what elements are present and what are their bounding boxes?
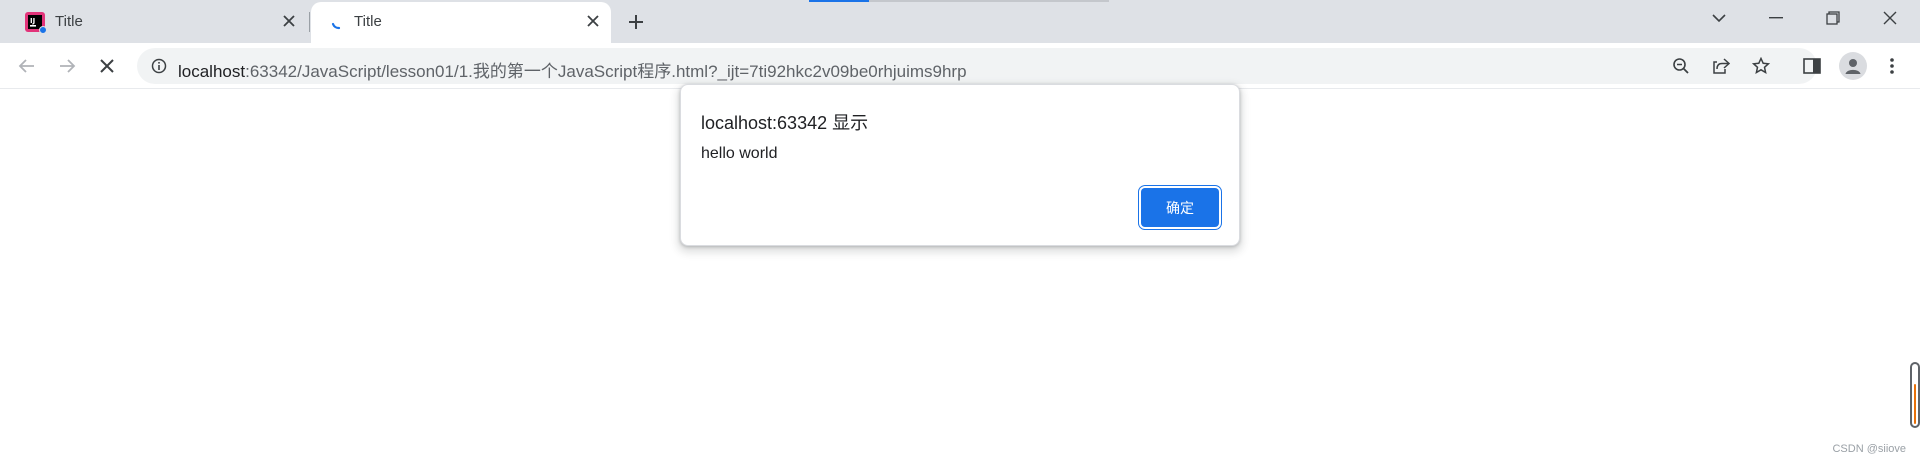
dialog-title: localhost:63342 显示 xyxy=(701,113,869,133)
watermark: CSDN @siiove xyxy=(1832,443,1906,455)
loading-track xyxy=(869,0,1109,2)
url-host: localhost xyxy=(178,62,246,81)
loading-spinner-icon xyxy=(331,22,341,30)
forward-arrow-icon[interactable] xyxy=(54,53,80,79)
plus-icon[interactable] xyxy=(624,10,648,34)
bookmark-star-icon[interactable] xyxy=(1750,55,1772,77)
restore-icon[interactable] xyxy=(1817,6,1849,30)
svg-text:IJ: IJ xyxy=(30,17,35,25)
ok-button[interactable]: 确定 xyxy=(1141,188,1219,227)
browser-toolbar: localhost:63342/JavaScript/lesson01/1.我的… xyxy=(0,43,1920,89)
side-panel-icon[interactable] xyxy=(1799,53,1825,79)
close-tab-icon[interactable] xyxy=(583,11,603,31)
browser-window: IJ Title Title localhost:63342/JavaScrip… xyxy=(0,0,1920,463)
tab-strip: IJ Title Title xyxy=(0,0,1920,43)
tab-title: Title xyxy=(55,13,83,30)
tab-active[interactable]: Title xyxy=(311,2,611,43)
close-icon[interactable] xyxy=(1874,6,1906,30)
url-text[interactable]: localhost:63342/JavaScript/lesson01/1.我的… xyxy=(178,57,967,82)
scroll-indicator-fill xyxy=(1914,384,1916,424)
address-bar[interactable]: localhost:63342/JavaScript/lesson01/1.我的… xyxy=(137,48,1817,84)
loading-indicator xyxy=(809,0,869,2)
tab-title: Title xyxy=(354,13,382,30)
more-menu-icon[interactable] xyxy=(1879,53,1905,79)
close-tab-icon[interactable] xyxy=(279,11,299,31)
tab-inactive[interactable]: IJ Title xyxy=(0,0,309,43)
alert-dialog: localhost:63342 显示 hello world 确定 xyxy=(680,84,1240,246)
minimize-icon[interactable] xyxy=(1760,6,1792,30)
dialog-message: hello world xyxy=(701,145,778,162)
intellij-idea-icon: IJ xyxy=(25,12,46,33)
profile-avatar-icon[interactable] xyxy=(1839,52,1867,80)
scroll-indicator[interactable] xyxy=(1910,362,1920,428)
url-path: :63342/JavaScript/lesson01/1.我的第一个JavaSc… xyxy=(245,62,967,81)
share-icon[interactable] xyxy=(1710,55,1732,77)
tab-separator xyxy=(309,12,310,32)
chevron-down-icon[interactable] xyxy=(1703,6,1735,30)
zoom-out-icon[interactable] xyxy=(1670,55,1692,77)
stop-loading-icon[interactable] xyxy=(94,53,120,79)
site-info-icon[interactable] xyxy=(149,56,169,76)
back-arrow-icon[interactable] xyxy=(14,53,40,79)
